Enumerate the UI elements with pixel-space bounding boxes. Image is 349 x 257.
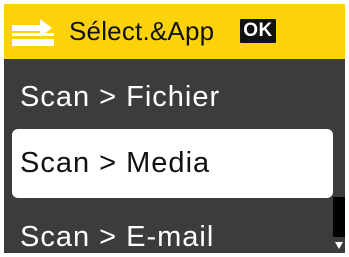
menu-item-scan-to-file[interactable]: Scan > Fichier: [4, 67, 333, 127]
scan-to-icon: [12, 19, 54, 46]
header-bar: Sélect.&App OK: [4, 4, 345, 59]
page-title: Sélect.&App: [69, 16, 215, 46]
scroll-down-arrow-icon[interactable]: [334, 240, 344, 250]
ok-badge: OK: [240, 19, 276, 43]
scroll-thumb[interactable]: [333, 197, 345, 237]
scrollbar[interactable]: [333, 59, 345, 253]
menu-item-scan-to-media[interactable]: Scan > Media: [12, 129, 333, 198]
menu-list: Scan > Fichier Scan > Media Scan > E-mai…: [4, 59, 333, 253]
lcd-screen: Sélect.&App OK Scan > Fichier Scan > Med…: [4, 4, 345, 253]
menu-item-scan-to-email[interactable]: Scan > E-mail: [4, 207, 333, 253]
scroll-up-arrow-icon[interactable]: [334, 60, 344, 70]
